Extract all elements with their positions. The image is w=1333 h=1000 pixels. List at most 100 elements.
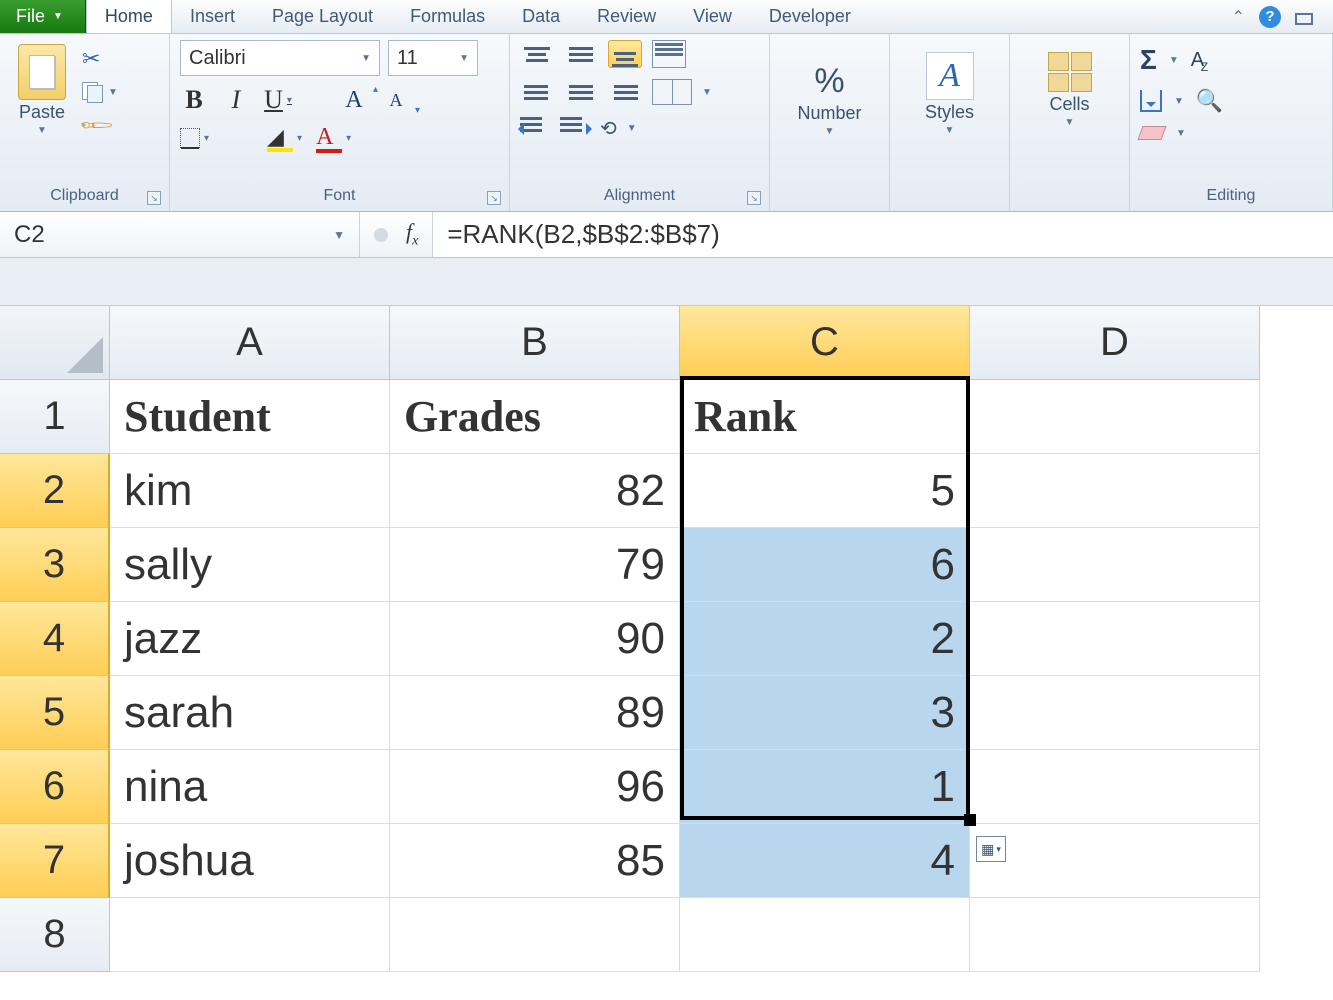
decrease-indent-button[interactable] [520,117,550,141]
increase-font-button[interactable]: A [340,86,368,114]
dialog-launcher-icon[interactable]: ↘ [487,191,501,205]
minimize-ribbon-icon[interactable]: ⌃ [1232,7,1245,27]
tab-insert[interactable]: Insert [172,0,254,33]
cell-D4[interactable] [970,602,1260,676]
row-header-1[interactable]: 1 [0,380,110,454]
increase-indent-button[interactable] [560,117,590,141]
format-painter-button[interactable]: 🖌 [82,112,118,138]
cell-A2[interactable]: kim [110,454,390,528]
autofill-options-icon[interactable]: ▦ [976,836,1006,862]
cells-button[interactable]: Cells ▼ [1040,40,1100,132]
cell-C2[interactable]: 5 [680,454,970,528]
dialog-launcher-icon[interactable]: ↘ [747,191,761,205]
decrease-font-button[interactable]: A [382,86,410,114]
paste-button[interactable]: Paste ▼ [10,40,74,183]
autosum-button[interactable]: Σ [1140,44,1157,76]
cell-B1[interactable]: Grades [390,380,680,454]
cell-C7[interactable]: 4 [680,824,970,898]
cancel-icon[interactable] [374,228,388,242]
row-header-6[interactable]: 6 [0,750,110,824]
cell-A6[interactable]: nina [110,750,390,824]
find-button[interactable]: 🔍 [1196,88,1223,114]
cell-D8[interactable] [970,898,1260,972]
align-bottom-button[interactable] [608,40,642,68]
cell-B2[interactable]: 82 [390,454,680,528]
font-name-combo[interactable]: Calibri ▼ [180,40,380,76]
cell-B6[interactable]: 96 [390,750,680,824]
cell-C6[interactable]: 1 [680,750,970,824]
clear-button[interactable] [1137,126,1166,140]
cell-C8[interactable] [680,898,970,972]
align-left-button[interactable] [520,78,554,106]
row-header-8[interactable]: 8 [0,898,110,972]
cut-button[interactable]: ✂ [82,46,118,72]
tab-review[interactable]: Review [579,0,675,33]
align-center-button[interactable] [564,78,598,106]
align-middle-button[interactable] [564,40,598,68]
column-header-A[interactable]: A [110,306,390,380]
cell-D2[interactable] [970,454,1260,528]
cell-D5[interactable] [970,676,1260,750]
help-icon[interactable]: ? [1259,6,1281,28]
cell-D6[interactable] [970,750,1260,824]
tab-page-layout[interactable]: Page Layout [254,0,392,33]
row-header-7[interactable]: 7 [0,824,110,898]
font-size-combo[interactable]: 11 ▼ [388,40,478,76]
tab-developer[interactable]: Developer [751,0,870,33]
cell-A3[interactable]: sally [110,528,390,602]
cell-A7[interactable]: joshua [110,824,390,898]
fill-handle[interactable] [964,814,976,826]
formula-input[interactable]: =RANK(B2,$B$2:$B$7) [433,212,1333,257]
spreadsheet-grid[interactable]: A B C D 1 Student Grades Rank 2 kim 82 5… [0,306,1333,972]
cell-C1[interactable]: Rank [680,380,970,454]
tab-view[interactable]: View [675,0,751,33]
borders-button[interactable] [180,124,209,152]
window-restore-icon[interactable] [1295,13,1313,25]
tab-formulas[interactable]: Formulas [392,0,504,33]
fill-button[interactable] [1140,90,1162,112]
underline-button[interactable]: U [264,86,292,114]
merge-center-button[interactable] [652,79,692,105]
fill-color-button[interactable]: ◢ [267,124,302,152]
cell-B5[interactable]: 89 [390,676,680,750]
row-header-4[interactable]: 4 [0,602,110,676]
cell-C4[interactable]: 2 [680,602,970,676]
cell-A4[interactable]: jazz [110,602,390,676]
styles-button[interactable]: A Styles ▼ [917,40,982,140]
italic-button[interactable]: I [222,86,250,114]
cell-A5[interactable]: sarah [110,676,390,750]
cell-D1[interactable] [970,380,1260,454]
row-header-5[interactable]: 5 [0,676,110,750]
dialog-launcher-icon[interactable]: ↘ [147,191,161,205]
copy-button[interactable]: ▼ [82,82,118,102]
cell-D3[interactable] [970,528,1260,602]
file-tab[interactable]: File ▼ [0,0,86,33]
align-right-button[interactable] [608,78,642,106]
name-box[interactable]: C2 ▼ [0,212,360,257]
font-color-button[interactable]: A [316,124,351,152]
cell-A1[interactable]: Student [110,380,390,454]
tab-home[interactable]: Home [86,0,172,33]
sort-filter-button[interactable]: A [1191,49,1204,72]
row-header-3[interactable]: 3 [0,528,110,602]
cell-C5[interactable]: 3 [680,676,970,750]
bold-button[interactable]: B [180,86,208,114]
column-header-D[interactable]: D [970,306,1260,380]
cell-B4[interactable]: 90 [390,602,680,676]
column-header-B[interactable]: B [390,306,680,380]
orientation-button[interactable]: ⟲ [600,116,617,141]
column-header-C[interactable]: C [680,306,970,380]
wrap-text-button[interactable] [652,40,686,68]
align-top-button[interactable] [520,40,554,68]
number-format-button[interactable]: % Number ▼ [789,40,869,141]
fx-icon[interactable]: fx [406,219,418,249]
cell-C3[interactable]: 6 [680,528,970,602]
cell-B8[interactable] [390,898,680,972]
cell-B3[interactable]: 79 [390,528,680,602]
cell-D7[interactable] [970,824,1260,898]
tab-data[interactable]: Data [504,0,579,33]
row-header-2[interactable]: 2 [0,454,110,528]
cell-A8[interactable] [110,898,390,972]
select-all-corner[interactable] [0,306,110,380]
cell-B7[interactable]: 85 [390,824,680,898]
